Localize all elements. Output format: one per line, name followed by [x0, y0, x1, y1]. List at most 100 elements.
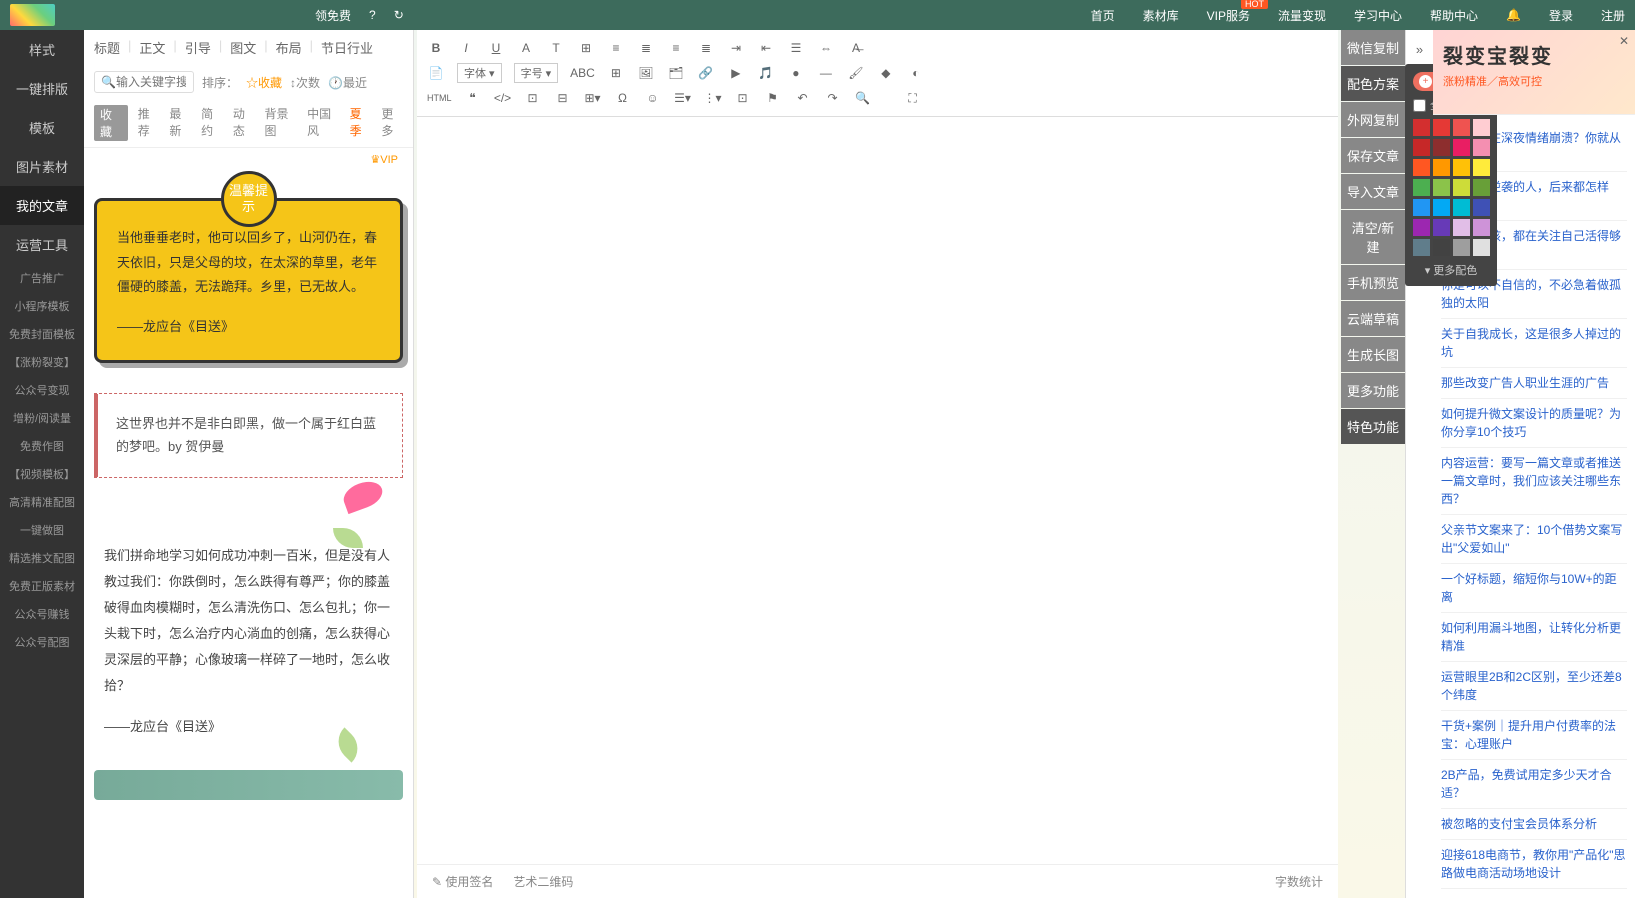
- sidebar-matchimg[interactable]: 公众号配图: [0, 628, 84, 656]
- sort-fav[interactable]: ☆收藏: [246, 74, 282, 91]
- color-swatch[interactable]: [1473, 219, 1490, 236]
- qrcode-btn[interactable]: 艺术二维码: [513, 873, 573, 890]
- nav-learn[interactable]: 学习中心: [1354, 7, 1402, 24]
- record-icon[interactable]: ●: [787, 64, 805, 82]
- color-swatch[interactable]: [1413, 239, 1430, 256]
- format-icon[interactable]: ⊞: [577, 39, 595, 57]
- eraser-icon[interactable]: ◐: [907, 64, 925, 82]
- underline-icon[interactable]: U: [487, 39, 505, 57]
- signature-btn[interactable]: ✎ 使用签名: [432, 873, 493, 890]
- sidebar-freestock[interactable]: 免费正版素材: [0, 572, 84, 600]
- newdoc-icon[interactable]: 📄: [427, 64, 445, 82]
- sidebar-video[interactable]: 【视频模板】: [0, 460, 84, 488]
- template-card-3[interactable]: 我们拼命地学习如何成功冲刺一百米，但是没有人教过我们：你跌倒时，怎么跌得有尊严；…: [94, 533, 403, 750]
- add-color-icon[interactable]: +: [1419, 75, 1432, 88]
- sidebar-images[interactable]: 图片素材: [0, 147, 84, 186]
- tool-draft[interactable]: 云端草稿: [1341, 301, 1405, 336]
- color-swatch[interactable]: [1453, 219, 1470, 236]
- sidebar-fission[interactable]: 【涨粉裂变】: [0, 348, 84, 376]
- sort-recent[interactable]: 🕐最近: [328, 74, 367, 91]
- indent-icon[interactable]: ⇥: [727, 39, 745, 57]
- align-center-icon[interactable]: ≣: [637, 39, 655, 57]
- sidebar-cover[interactable]: 免费封面模板: [0, 320, 84, 348]
- article-link[interactable]: 父亲节文案来了：10个借势文案写出"父爱如山": [1441, 515, 1627, 564]
- sidebar-monetize[interactable]: 公众号变现: [0, 376, 84, 404]
- color-swatch[interactable]: [1453, 179, 1470, 196]
- login-link[interactable]: 登录: [1549, 7, 1573, 24]
- italic-icon[interactable]: I: [457, 39, 475, 57]
- fontcolor-icon[interactable]: A: [517, 39, 535, 57]
- tab-guide[interactable]: 引导: [185, 38, 211, 57]
- tool-more[interactable]: 更多功能: [1341, 373, 1405, 408]
- article-link[interactable]: 迎接618电商节，教你用"产品化"思路做电商活动场地设计: [1441, 840, 1627, 889]
- tool-clear[interactable]: 清空/新建: [1341, 210, 1405, 264]
- color-swatch[interactable]: [1453, 139, 1470, 156]
- color-swatch[interactable]: [1413, 119, 1430, 136]
- abc-icon[interactable]: ABC: [570, 64, 595, 82]
- table-icon[interactable]: ⊞: [607, 64, 625, 82]
- color-swatch[interactable]: [1453, 199, 1470, 216]
- align-left-icon[interactable]: ≡: [607, 39, 625, 57]
- hr-icon[interactable]: —: [817, 64, 835, 82]
- close-icon[interactable]: ✕: [1619, 34, 1629, 48]
- audio-icon[interactable]: 🎵: [757, 64, 775, 82]
- video-icon[interactable]: ▶: [727, 64, 745, 82]
- fullscreen-icon[interactable]: ⛶: [904, 89, 922, 107]
- article-link[interactable]: 2B产品，免费试用定多少天才合适？: [1441, 760, 1627, 809]
- color-swatch[interactable]: [1473, 159, 1490, 176]
- filter-new[interactable]: 最新: [169, 105, 191, 141]
- help-icon[interactable]: ?: [369, 8, 376, 22]
- sidebar-freeimg[interactable]: 免费作图: [0, 432, 84, 460]
- article-link[interactable]: 干货+案例｜提升用户付费率的法宝：心理账户: [1441, 711, 1627, 760]
- color-swatch[interactable]: [1473, 179, 1490, 196]
- quote-icon[interactable]: ❝: [464, 89, 482, 107]
- color-swatch[interactable]: [1413, 219, 1430, 236]
- sidebar-earn[interactable]: 公众号赚钱: [0, 600, 84, 628]
- filter-more[interactable]: 更多: [381, 105, 403, 141]
- sidebar-layout[interactable]: 一键排版: [0, 69, 84, 108]
- sidebar-miniprogram[interactable]: 小程序模板: [0, 292, 84, 320]
- bold-icon[interactable]: B: [427, 39, 445, 57]
- color-swatch[interactable]: [1473, 199, 1490, 216]
- sidebar-growth[interactable]: 增粉/阅读量: [0, 404, 84, 432]
- align-right-icon[interactable]: ≡: [667, 39, 685, 57]
- fill-icon[interactable]: ◆: [877, 64, 895, 82]
- tool-save[interactable]: 保存文章: [1341, 138, 1405, 173]
- article-link[interactable]: 一个好标题，缩短你与10W+的距离: [1441, 564, 1627, 613]
- color-swatch[interactable]: [1413, 199, 1430, 216]
- nav-vip[interactable]: VIP服务HOT: [1207, 7, 1250, 24]
- article-link[interactable]: 被忽略的支付宝会员体系分析: [1441, 809, 1627, 840]
- tab-imgtext[interactable]: 图文: [230, 38, 256, 57]
- tab-body[interactable]: 正文: [139, 38, 165, 57]
- editor-canvas[interactable]: [417, 117, 1338, 864]
- tool-longimg[interactable]: 生成长图: [1341, 337, 1405, 372]
- list-icon[interactable]: ☰▾: [674, 89, 692, 107]
- color-swatch[interactable]: [1473, 139, 1490, 156]
- more3-icon[interactable]: ⊞▾: [584, 89, 602, 107]
- clear-icon[interactable]: A̶: [847, 39, 865, 57]
- filter-chinese[interactable]: 中国风: [307, 105, 340, 141]
- sidebar-oneimg[interactable]: 一键做图: [0, 516, 84, 544]
- color-swatch[interactable]: [1433, 199, 1450, 216]
- spacing-icon[interactable]: ⇔: [817, 39, 835, 57]
- color-swatch[interactable]: [1413, 139, 1430, 156]
- color-swatch[interactable]: [1433, 119, 1450, 136]
- article-link[interactable]: 如何利用漏斗地图，让转化分析更精准: [1441, 613, 1627, 662]
- more-colors-btn[interactable]: ▾ 更多配色: [1413, 262, 1489, 278]
- refresh-icon[interactable]: ↻: [394, 8, 404, 22]
- color-swatch[interactable]: [1453, 239, 1470, 256]
- article-link[interactable]: 那些改变广告人职业生涯的广告: [1441, 368, 1627, 399]
- sidebar-select[interactable]: 精选推文配图: [0, 544, 84, 572]
- lineheight-icon[interactable]: ☰: [787, 39, 805, 57]
- full-change-checkbox[interactable]: [1413, 99, 1426, 112]
- numlist-icon[interactable]: ⋮▾: [704, 89, 722, 107]
- pg-icon[interactable]: ⊡: [734, 89, 752, 107]
- sidebar-style[interactable]: 样式: [0, 30, 84, 69]
- color-swatch[interactable]: [1413, 179, 1430, 196]
- template-card-1[interactable]: 温馨提示 当他垂垂老时，他可以回乡了，山河仍在，春天依旧，只是父母的坟，在太深的…: [94, 198, 403, 363]
- link-icon[interactable]: 🔗: [697, 64, 715, 82]
- bell-icon[interactable]: 🔔: [1506, 8, 1521, 22]
- filter-fav[interactable]: 收藏: [94, 105, 128, 141]
- emoji-icon[interactable]: ☺: [644, 89, 662, 107]
- promo-banner[interactable]: ✕ 裂变宝裂变 涨粉精准／高效可控: [1433, 30, 1635, 115]
